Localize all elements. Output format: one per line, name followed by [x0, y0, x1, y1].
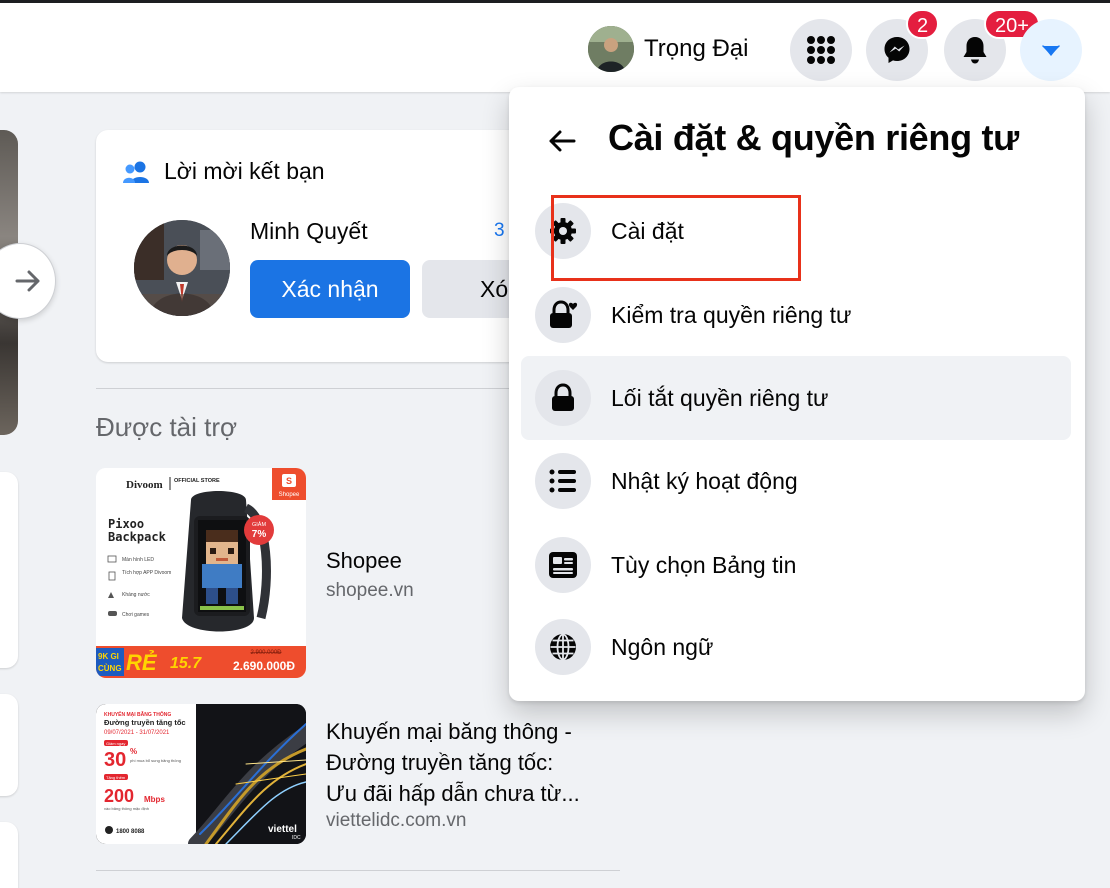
ad-title-line: Ưu đãi hấp dẫn chưa từ...	[326, 781, 580, 806]
svg-text:Giảm ngay: Giảm ngay	[106, 741, 125, 746]
menu-item-language[interactable]: Ngôn ngữ	[521, 605, 1071, 689]
notifications-button[interactable]: 20+	[944, 9, 1040, 81]
account-menu-button[interactable]	[1020, 19, 1082, 81]
lock-icon	[535, 370, 591, 426]
friend-requests-header: Lời mời kết bạn	[122, 158, 325, 185]
profile-name: Trọng Đại	[644, 35, 749, 62]
menu-item-label: Ngôn ngữ	[611, 633, 714, 660]
mutual-friends-count[interactable]: 3	[494, 220, 505, 242]
list-icon	[535, 453, 591, 509]
menu-item-privacy-shortcuts[interactable]: Lối tắt quyền riêng tư	[521, 356, 1071, 440]
svg-text:Tích hợp APP Divoom: Tích hợp APP Divoom	[122, 570, 171, 576]
back-button[interactable]	[539, 123, 585, 159]
settings-privacy-menu: Cài đặt & quyền riêng tư Cài đặt Kiểm tr…	[509, 87, 1085, 701]
ad-image-shopee[interactable]: Divoom OFFICIAL STORE Pixoo Backpack Màn…	[96, 468, 306, 678]
svg-text:9K GI: 9K GI	[98, 652, 119, 661]
menu-item-news-feed-preferences[interactable]: Tùy chọn Bảng tin	[521, 523, 1071, 607]
ad-title[interactable]: Khuyến mại băng thông - Đường truyền tăn…	[326, 716, 580, 809]
ad-domain[interactable]: viettelidc.com.vn	[326, 810, 466, 832]
svg-text:Đường truyền tăng tốc: Đường truyền tăng tốc	[104, 718, 186, 727]
menu-item-activity-log[interactable]: Nhật ký hoạt động	[521, 439, 1071, 523]
ad-brand-text: Divoom	[126, 479, 163, 491]
svg-text:30: 30	[104, 749, 126, 771]
avatar	[588, 26, 634, 72]
svg-text:09/07/2021 - 31/07/2021: 09/07/2021 - 31/07/2021	[104, 730, 170, 736]
svg-text:Kháng nước: Kháng nước	[122, 592, 150, 598]
highlight-annotation-box	[551, 195, 801, 281]
bell-icon	[963, 37, 987, 64]
svg-text:Màn hình LED: Màn hình LED	[122, 557, 154, 563]
svg-text:KHUYẾN MẠI BĂNG THÔNG: KHUYẾN MẠI BĂNG THÔNG	[104, 710, 171, 718]
top-navigation-bar: Trọng Đại 2 20+	[0, 0, 1110, 92]
friend-request-name[interactable]: Minh Quyết	[250, 218, 368, 245]
ad-store-text: OFFICIAL STORE	[174, 478, 220, 484]
friends-icon	[123, 161, 149, 183]
svg-text:7%: 7%	[252, 529, 267, 540]
confirm-button[interactable]: Xác nhận	[250, 260, 410, 318]
left-panel-card	[0, 472, 18, 668]
ad-title[interactable]: Shopee	[326, 545, 402, 576]
svg-text:Backpack: Backpack	[108, 530, 167, 544]
menu-item-label: Lối tắt quyền riêng tư	[611, 384, 829, 411]
svg-text:CÙNG: CÙNG	[98, 664, 122, 673]
svg-text:1800 8088: 1800 8088	[116, 829, 145, 835]
menu-item-label: Kiểm tra quyền riêng tư	[611, 301, 852, 328]
globe-icon	[535, 619, 591, 675]
friend-requests-card: Lời mời kết bạn Minh Quyết 3 Xác nhận Xó…	[96, 130, 536, 362]
ad-domain[interactable]: shopee.vn	[326, 580, 414, 602]
svg-text:2.690.000Đ: 2.690.000Đ	[233, 659, 295, 673]
messenger-badge: 2	[906, 9, 940, 39]
svg-text:vào băng thông mặc định: vào băng thông mặc định	[104, 806, 149, 811]
menu-item-label: Nhật ký hoạt động	[611, 467, 798, 494]
messenger-icon	[884, 37, 910, 63]
svg-text:GIẢM: GIẢM	[252, 521, 266, 528]
svg-text:Pixoo: Pixoo	[108, 517, 144, 531]
left-panel-card	[0, 822, 18, 888]
arrow-right-icon	[15, 270, 40, 292]
chevron-down-icon	[1042, 45, 1060, 56]
svg-text:15.7: 15.7	[170, 655, 202, 672]
messenger-button[interactable]: 2	[866, 9, 940, 81]
divider	[96, 870, 620, 871]
svg-text:Mbps: Mbps	[144, 795, 165, 804]
friend-request-avatar[interactable]	[134, 220, 230, 316]
menu-button[interactable]	[790, 19, 852, 81]
menu-item-label: Tùy chọn Bảng tin	[611, 551, 797, 578]
svg-text:viettel: viettel	[268, 824, 297, 835]
svg-text:2.900.000Đ: 2.900.000Đ	[250, 650, 282, 656]
lock-heart-icon	[535, 287, 591, 343]
svg-text:Tặng thêm: Tặng thêm	[106, 775, 126, 780]
ad-title-line: Khuyến mại băng thông -	[326, 719, 572, 744]
menu-title: Cài đặt & quyền riêng tư	[608, 117, 1019, 158]
svg-text:200: 200	[104, 786, 134, 806]
svg-text:RẺ: RẺ	[126, 650, 158, 675]
grid-menu-icon	[807, 36, 835, 64]
svg-text:Chơi games: Chơi games	[122, 612, 150, 618]
svg-text:Shopee: Shopee	[279, 492, 300, 498]
svg-text:S: S	[286, 476, 292, 486]
svg-text:phí mua bổ sung băng thông: phí mua bổ sung băng thông	[130, 758, 181, 763]
ad-image-viettel[interactable]: KHUYẾN MẠI BĂNG THÔNG Đường truyền tăng …	[96, 704, 306, 844]
svg-text:%: %	[130, 747, 137, 756]
news-feed-icon	[535, 537, 591, 593]
ad-title-line: Đường truyền tăng tốc:	[326, 750, 554, 775]
svg-text:IDC: IDC	[292, 835, 301, 841]
profile-shortcut[interactable]: Trọng Đại	[588, 23, 748, 75]
arrow-left-icon	[549, 130, 576, 152]
menu-item-privacy-checkup[interactable]: Kiểm tra quyền riêng tư	[521, 273, 1071, 357]
sponsored-title: Được tài trợ	[96, 412, 238, 442]
stories-next-button[interactable]	[0, 243, 56, 319]
friend-requests-title: Lời mời kết bạn	[164, 158, 325, 184]
left-panel-card	[0, 694, 18, 796]
